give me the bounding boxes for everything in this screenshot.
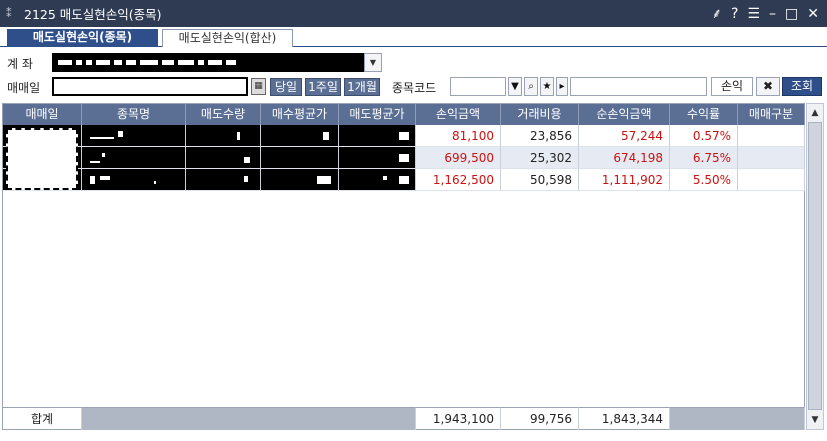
vertical-scrollbar[interactable]: ▲ ▼ bbox=[806, 103, 824, 430]
pnl-amount: 81,100 bbox=[416, 125, 501, 147]
stock-code-dropdown-icon[interactable]: ▼ bbox=[508, 77, 522, 96]
net-pnl: 57,244 bbox=[579, 125, 670, 147]
account-label: 계 좌 bbox=[7, 57, 33, 71]
window-title: 2125 매도실현손익(종목) bbox=[24, 7, 162, 22]
return-rate: 0.57% bbox=[670, 125, 738, 147]
col-stock-name[interactable]: 종목명 bbox=[82, 104, 186, 125]
scroll-thumb[interactable] bbox=[808, 122, 822, 410]
col-trade-cost[interactable]: 거래비용 bbox=[501, 104, 579, 125]
maximize-icon[interactable]: □ bbox=[785, 7, 798, 21]
scroll-up-icon[interactable]: ▲ bbox=[807, 105, 823, 121]
window-titlebar: ⁑ 2125 매도실현손익(종목) ⸙ ? ☰ – □ ✕ bbox=[0, 0, 827, 27]
today-button[interactable]: 당일 bbox=[270, 78, 302, 96]
total-spacer-right bbox=[670, 407, 805, 430]
pnl-button[interactable]: 손익 bbox=[711, 77, 753, 96]
col-trade-type[interactable]: 매매구분 bbox=[738, 104, 805, 125]
one-month-button[interactable]: 1개월 bbox=[344, 78, 380, 96]
one-week-button[interactable]: 1주일 bbox=[305, 78, 341, 96]
col-sell-avg-price[interactable]: 매도평균가 bbox=[339, 104, 416, 125]
pin-edit-icon[interactable]: ⸙ bbox=[712, 7, 723, 21]
col-net-pnl[interactable]: 순손익금액 bbox=[579, 104, 670, 125]
stock-code-label: 종목코드 bbox=[392, 81, 437, 95]
account-field[interactable] bbox=[52, 53, 364, 72]
pnl-amount: 1,162,500 bbox=[416, 169, 501, 191]
search-icon[interactable]: ⌕ bbox=[524, 77, 538, 96]
favorite-star-icon[interactable]: ★ bbox=[540, 77, 554, 96]
tab-bar: 매도실현손익(종목) 매도실현손익(합산) bbox=[0, 27, 827, 47]
col-sell-qty[interactable]: 매도수량 bbox=[186, 104, 261, 125]
trade-date-label: 매매일 bbox=[7, 81, 41, 95]
trade-cost: 25,302 bbox=[501, 147, 579, 169]
close-icon[interactable]: ✕ bbox=[807, 7, 819, 21]
col-pnl-amount[interactable]: 손익금액 bbox=[416, 104, 501, 125]
minimize-icon[interactable]: – bbox=[769, 7, 776, 21]
tab-sum-pnl[interactable]: 매도실현손익(합산) bbox=[162, 29, 293, 47]
stock-name-field bbox=[570, 77, 707, 96]
net-pnl: 1,111,902 bbox=[579, 169, 670, 191]
expand-arrow-icon[interactable]: ▸ bbox=[556, 77, 568, 96]
col-trade-date[interactable]: 매매일 bbox=[3, 104, 82, 125]
stock-code-input[interactable] bbox=[450, 77, 506, 96]
total-net-pnl: 1,843,344 bbox=[579, 407, 670, 430]
search-button[interactable]: 조회 bbox=[782, 77, 822, 96]
help-icon[interactable]: ? bbox=[731, 7, 738, 21]
col-return-rate[interactable]: 수익률 bbox=[670, 104, 738, 125]
pnl-amount: 699,500 bbox=[416, 147, 501, 169]
tab-stock-pnl[interactable]: 매도실현손익(종목) bbox=[7, 29, 158, 47]
return-rate: 6.75% bbox=[670, 147, 738, 169]
trade-date-selection-box bbox=[6, 128, 78, 190]
excel-icon[interactable]: ✖ bbox=[756, 77, 780, 96]
calendar-icon[interactable]: ▦ bbox=[251, 78, 266, 95]
net-pnl: 674,198 bbox=[579, 147, 670, 169]
account-dropdown-button[interactable]: ▼ bbox=[364, 53, 382, 72]
total-label: 합계 bbox=[3, 407, 82, 430]
menu-icon[interactable]: ☰ bbox=[747, 7, 760, 21]
scroll-down-icon[interactable]: ▼ bbox=[807, 412, 823, 428]
total-spacer bbox=[82, 407, 416, 430]
trade-cost: 23,856 bbox=[501, 125, 579, 147]
trade-date-input[interactable] bbox=[52, 77, 248, 96]
trade-cost: 50,598 bbox=[501, 169, 579, 191]
pin-icon[interactable]: ⁑ bbox=[6, 7, 20, 20]
return-rate: 5.50% bbox=[670, 169, 738, 191]
total-trade-cost: 99,756 bbox=[501, 407, 579, 430]
pnl-table: 매매일 종목명 매도수량 매수평균가 매도평균가 손익금액 거래비용 순손익금액… bbox=[2, 103, 805, 430]
total-pnl-amount: 1,943,100 bbox=[416, 407, 501, 430]
col-buy-avg-price[interactable]: 매수평균가 bbox=[261, 104, 339, 125]
